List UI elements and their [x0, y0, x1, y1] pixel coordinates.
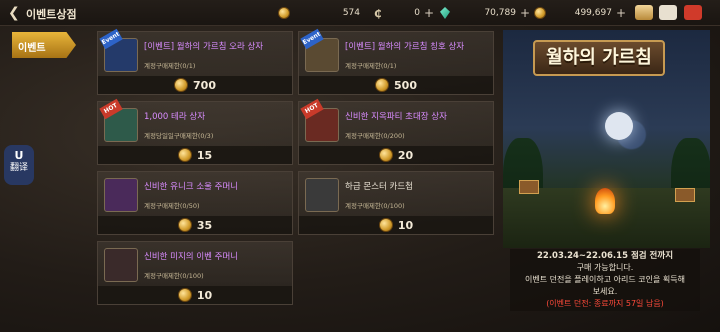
item-name: 하급 몬스터 카드첩	[345, 182, 413, 192]
price-button[interactable]: 15	[98, 146, 292, 164]
shop-item[interactable]: HOT 신비한 지옥파티 초대장 상자 계정구매제한(0/200) 20	[298, 98, 494, 165]
currency-gold: 499,697 +	[534, 5, 626, 21]
item-price: 700	[193, 78, 216, 92]
price-button[interactable]: 20	[299, 146, 493, 164]
gold-coin-icon	[174, 78, 189, 92]
page-title: 이벤트상점	[26, 8, 77, 21]
item-limit: 계정구매제한(0/1)	[144, 62, 196, 70]
chest-icon	[675, 188, 695, 202]
aura-box-icon: Event	[99, 28, 138, 72]
currency-c: ₵ 0 +	[374, 6, 434, 20]
event-badge: Event	[99, 28, 123, 50]
campfire-icon	[595, 188, 615, 214]
item-limit: 계정구매제한(0/50)	[144, 202, 200, 210]
back-arrow-icon[interactable]: ❮	[8, 5, 22, 21]
hell-party-box-icon: HOT	[300, 98, 339, 142]
gold-coin-icon	[177, 148, 192, 162]
shop-item[interactable]: Event [이벤트] 월하의 가르침 칭호 상자 계정구매제한(0/1) 50…	[298, 28, 494, 95]
event-logo: 월하의 가르침	[533, 40, 665, 76]
item-name: 1,000 테라 상자	[144, 112, 206, 122]
gold-coin-icon	[378, 218, 393, 232]
event-banner: 월하의 가르침	[503, 30, 710, 248]
event-desc-line: 보세요.	[592, 287, 618, 296]
item-name: [이벤트] 월하의 가르침 오라 상자	[144, 42, 264, 52]
shop-item[interactable]: Event [이벤트] 월하의 가르침 오라 상자 계정구매제한(0/1) 70…	[97, 28, 293, 95]
moon-icon	[605, 112, 633, 140]
event-desc-line: 이벤트 던전을 플레이하고 아리드 코인을 획득해	[525, 275, 685, 284]
event-remaining: (이벤트 던전: 종료까지 57일 남음)	[546, 299, 664, 308]
currency-gold-small: 574	[278, 5, 366, 21]
hot-badge: HOT	[300, 98, 324, 120]
hot-badge: HOT	[99, 98, 123, 120]
top-bar: ❮ 이벤트상점 574 ₵ 0 + 70,789 + 499,697 +	[0, 0, 720, 26]
item-name: 신비한 미지의 이벤 주머니	[144, 252, 239, 262]
item-price: 10	[397, 218, 414, 232]
shop-item[interactable]: 하급 몬스터 카드첩 계정구매제한(0/100) 10	[298, 171, 494, 235]
price-button[interactable]: 10	[299, 216, 493, 234]
translate-label: 翻译	[9, 163, 28, 173]
c-currency-icon: ₵	[374, 6, 382, 20]
gold-coin-icon	[534, 7, 546, 19]
event-date: 22.03.24~22.06.15 점검 전까지	[536, 251, 674, 261]
price-button[interactable]: 35	[98, 216, 292, 234]
shop-item[interactable]: HOT 1,000 테라 상자 계정당일일구매제한(0/3) 15	[97, 98, 293, 165]
price-button[interactable]: 10	[98, 286, 292, 304]
gold-coin-icon	[177, 218, 192, 232]
card-album-icon	[305, 178, 339, 212]
add-gem-button[interactable]: +	[520, 7, 530, 19]
tera-box-icon: HOT	[99, 98, 138, 142]
item-limit: 계정구매제한(0/100)	[345, 202, 405, 210]
tab-event[interactable]: 이벤트	[12, 32, 76, 58]
title-box-icon: Event	[300, 28, 339, 72]
event-desc-line: 구매 가능합니다.	[576, 263, 634, 272]
mystery-pouch-icon	[104, 248, 138, 282]
event-info: 22.03.24~22.06.15 점검 전까지 구매 가능합니다. 이벤트 던…	[510, 249, 700, 311]
item-limit: 계정구매제한(0/1)	[345, 62, 397, 70]
item-limit: 계정당일일구매제한(0/3)	[144, 132, 214, 140]
mail-icon[interactable]	[659, 5, 677, 20]
item-limit: 계정구매제한(0/200)	[345, 132, 405, 140]
item-limit: 계정구매제한(0/100)	[144, 272, 204, 280]
green-gem-icon	[440, 7, 450, 19]
gold-coin-icon	[177, 288, 192, 302]
gold-coin-icon	[375, 78, 390, 92]
currency-gem: 70,789 +	[440, 5, 530, 21]
item-price: 15	[196, 148, 213, 162]
translate-icon: U	[14, 149, 24, 162]
add-c-currency-button[interactable]: +	[424, 7, 434, 19]
translate-button[interactable]: U 翻译	[4, 145, 34, 185]
treasure-icon[interactable]	[635, 5, 653, 20]
event-badge: Event	[300, 28, 324, 50]
shop-item[interactable]: 신비한 미지의 이벤 주머니 계정구매제한(0/100) 10	[97, 241, 293, 305]
shop-item[interactable]: 신비한 유니크 소울 주머니 계정구매제한(0/50) 35	[97, 171, 293, 235]
add-gold-button[interactable]: +	[616, 7, 626, 19]
chest-icon	[519, 180, 539, 194]
gold-coin-icon	[378, 148, 393, 162]
price-button[interactable]: 500	[299, 76, 493, 94]
item-price: 500	[394, 78, 417, 92]
soul-pouch-icon	[104, 178, 138, 212]
item-name: 신비한 지옥파티 초대장 상자	[345, 112, 447, 122]
notice-icon[interactable]	[684, 5, 702, 20]
item-price: 20	[397, 148, 414, 162]
item-price: 35	[196, 218, 213, 232]
item-name: 신비한 유니크 소울 주머니	[144, 182, 239, 192]
price-button[interactable]: 700	[98, 76, 292, 94]
item-price: 10	[196, 288, 213, 302]
item-name: [이벤트] 월하의 가르침 칭호 상자	[345, 42, 465, 52]
gold-coin-icon	[278, 7, 290, 19]
